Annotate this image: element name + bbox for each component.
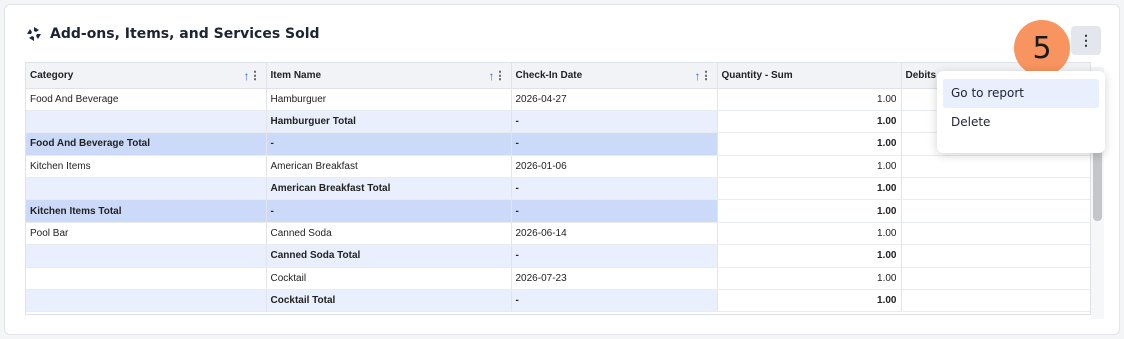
table-cell: Food And Beverage xyxy=(26,88,267,111)
table-cell: - xyxy=(511,199,718,223)
table-row[interactable]: American Breakfast Total-1.0015 xyxy=(26,177,1090,201)
table-cell: - xyxy=(266,132,512,156)
table-cell: 1.00 xyxy=(717,177,902,201)
table-row[interactable]: Kitchen Items American Breakfast 2026-01-0… xyxy=(26,155,1090,179)
table-cell: 15 xyxy=(901,289,1090,313)
card-header: Add-ons, Items, and Services Sold xyxy=(26,26,320,42)
table-cell xyxy=(26,177,267,201)
report-table: Category ↑ ⋮ Item Name ↑ ⋮ Check-In Date ↑ ⋮ Q… xyxy=(25,62,1091,315)
table-cell: - xyxy=(266,199,512,223)
table-cell: 1.00 xyxy=(717,155,902,179)
table-cell: 1.00 xyxy=(717,289,902,313)
menu-item-go-to-report[interactable]: Go to report xyxy=(943,79,1099,108)
table-cell xyxy=(26,289,267,313)
table-row[interactable]: Hamburguer Total -1.00 xyxy=(26,110,1090,134)
column-menu-icon[interactable]: ⋮ xyxy=(701,69,712,82)
table-cell: Kitchen Items Total xyxy=(26,199,267,223)
column-menu-icon[interactable]: ⋮ xyxy=(250,69,261,82)
table-cell: Canned Soda xyxy=(266,222,512,246)
table-cell: 15 xyxy=(901,267,1090,291)
table-cell: 5 xyxy=(901,244,1090,268)
table-cell: Hamburguer Total xyxy=(266,110,512,134)
table-cell: American Breakfast Total xyxy=(266,177,512,201)
more-options-button[interactable]: ⋮ xyxy=(1071,26,1101,55)
table-row[interactable]: Cocktail2026-07-231.0015 xyxy=(26,267,1090,291)
options-dropdown-menu: Go to report Delete xyxy=(937,71,1105,153)
table-cell: 15 xyxy=(901,155,1090,179)
table-cell xyxy=(26,267,267,291)
table-cell: 1.00 xyxy=(717,110,902,134)
column-header-item-name[interactable]: Item Name ↑ ⋮ xyxy=(266,63,512,89)
table-cell: American Breakfast xyxy=(266,155,512,179)
table-cell: 1.00 xyxy=(717,199,902,223)
table-cell: 1.00 xyxy=(717,132,902,156)
table-cell: 15 xyxy=(901,199,1090,223)
table-cell: 1.00 xyxy=(717,244,902,268)
table-cell: 2026-07-23 xyxy=(511,267,718,291)
table-cell: 2026-01-06 xyxy=(511,155,718,179)
card-title: Add-ons, Items, and Services Sold xyxy=(50,26,320,42)
table-cell: Hamburguer xyxy=(266,88,512,111)
table-cell: Kitchen Items xyxy=(26,155,267,179)
table-cell: 2026-04-27 xyxy=(511,88,718,111)
table-row[interactable]: Cocktail Total-1.0015 xyxy=(26,289,1090,313)
table-row[interactable]: Food And Beverage Hamburguer 2026-04-27 1.0… xyxy=(26,88,1090,111)
table-cell: Pool Bar xyxy=(26,222,267,246)
column-menu-icon[interactable]: ⋮ xyxy=(495,69,506,82)
table-row[interactable]: Pool BarCanned Soda2026-06-141.005 xyxy=(26,222,1090,246)
table-cell: - xyxy=(511,177,718,201)
step-number-badge: 5 xyxy=(1014,20,1070,76)
table-cell: 2026-06-14 xyxy=(511,222,718,246)
table-cell: - xyxy=(511,110,718,134)
table-row[interactable]: Kitchen Items Total--1.0015 xyxy=(26,199,1090,223)
table-cell: - xyxy=(511,132,718,156)
table-cell: Cocktail Total xyxy=(266,289,512,313)
table-cell: 1.00 xyxy=(717,267,902,291)
table-header-row: Category ↑ ⋮ Item Name ↑ ⋮ Check-In Date ↑ ⋮ Q… xyxy=(26,63,1090,89)
table-row[interactable]: Canned Soda Total-1.005 xyxy=(26,244,1090,268)
table-cell: Canned Soda Total xyxy=(266,244,512,268)
table-cell: Cocktail xyxy=(266,267,512,291)
table-cell: - xyxy=(511,289,718,313)
brand-logo-icon xyxy=(27,27,41,41)
table-cell xyxy=(26,244,267,268)
column-header-check-in-date[interactable]: Check-In Date ↑ ⋮ xyxy=(511,63,718,89)
table-cell: 1.00 xyxy=(717,222,902,246)
table-cell xyxy=(26,110,267,134)
menu-item-delete[interactable]: Delete xyxy=(943,108,1099,137)
table-cell: 1.00 xyxy=(717,88,902,111)
table-cell: - xyxy=(511,244,718,268)
table-cell: 15 xyxy=(901,177,1090,201)
table-cell: Food And Beverage Total xyxy=(26,132,267,156)
column-header-category[interactable]: Category ↑ ⋮ xyxy=(26,63,267,89)
report-card: Add-ons, Items, and Services Sold Catego… xyxy=(4,4,1120,335)
table-body: Food And Beverage Hamburguer 2026-04-27 1.0… xyxy=(26,88,1090,313)
table-cell: 5 xyxy=(901,222,1090,246)
column-header-quantity-sum[interactable]: Quantity - Sum xyxy=(717,63,902,89)
table-row[interactable]: Food And Beverage Total - -1.00 xyxy=(26,132,1090,156)
